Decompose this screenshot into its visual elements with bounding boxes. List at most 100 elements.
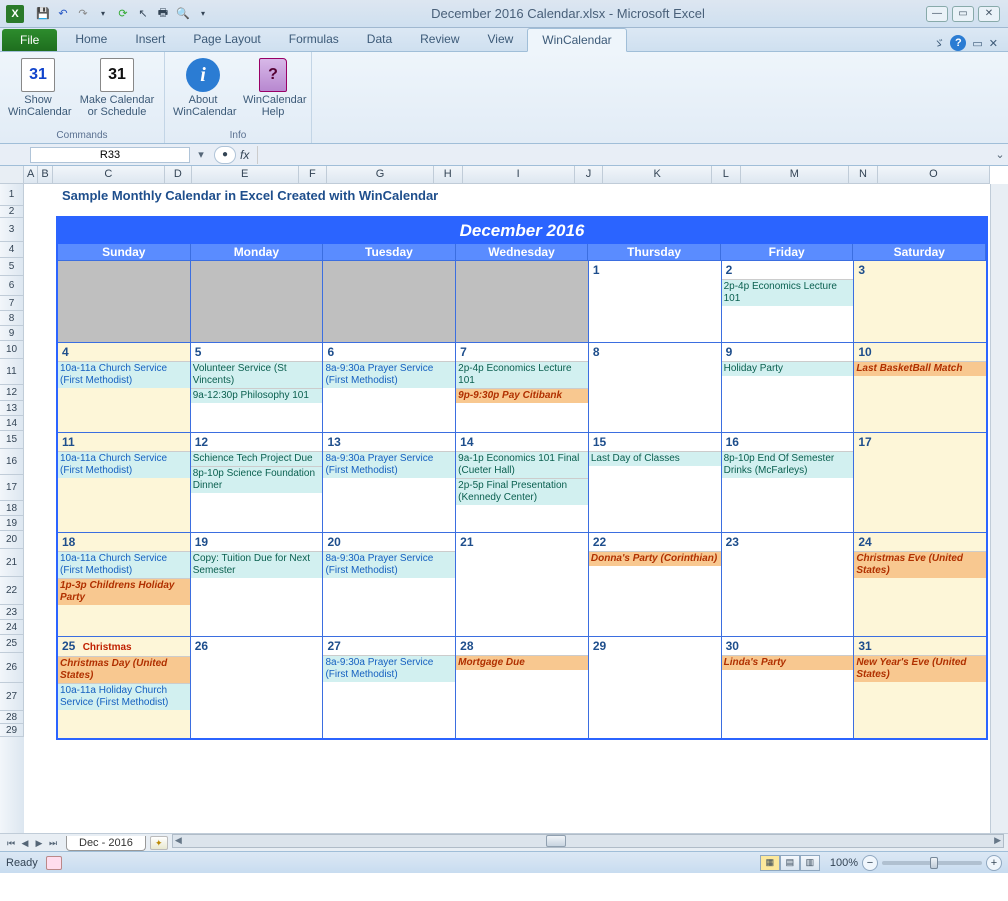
calendar-day[interactable]: 3 — [854, 261, 986, 342]
zoom-out-button[interactable]: − — [862, 855, 878, 871]
column-header[interactable]: F — [299, 166, 328, 184]
calendar-event[interactable]: Donna's Party (Corinthian) — [589, 551, 721, 566]
select-all-corner[interactable] — [0, 166, 24, 184]
calendar-day[interactable]: 12Schience Tech Project Due8p-10p Scienc… — [191, 433, 324, 532]
horizontal-scrollbar[interactable]: ◀ ▶ — [172, 834, 1004, 848]
qat-dropdown-icon[interactable]: ▾ — [94, 5, 112, 23]
column-header[interactable]: C — [53, 166, 165, 184]
calendar-event[interactable]: Linda's Party — [722, 655, 854, 670]
calendar-event[interactable]: Holiday Party — [722, 361, 854, 376]
calendar-day[interactable]: 9Holiday Party — [722, 343, 855, 432]
row-header[interactable]: 23 — [0, 605, 24, 620]
calendar-day[interactable]: 149a-1p Economics 101 Final (Cueter Hall… — [456, 433, 589, 532]
calendar-day[interactable]: 23 — [722, 533, 855, 636]
ribbon-tab-review[interactable]: Review — [406, 28, 473, 51]
new-sheet-button[interactable]: ✦ — [150, 836, 168, 850]
column-header[interactable]: K — [603, 166, 712, 184]
column-header[interactable]: L — [712, 166, 741, 184]
row-header[interactable]: 22 — [0, 577, 24, 605]
row-header[interactable]: 25 — [0, 635, 24, 653]
save-icon[interactable]: 💾 — [34, 5, 52, 23]
column-header[interactable]: E — [192, 166, 299, 184]
macro-record-icon[interactable] — [46, 856, 62, 870]
calendar-event[interactable]: 9p-9:30p Pay Citibank — [456, 388, 588, 403]
calendar-day[interactable]: 22p-4p Economics Lecture 101 — [722, 261, 855, 342]
calendar-event[interactable]: 8a-9:30a Prayer Service (First Methodist… — [323, 451, 455, 478]
calendar-day[interactable]: 29 — [589, 637, 722, 738]
zoom-in-button[interactable]: + — [986, 855, 1002, 871]
maximize-button[interactable]: ▭ — [952, 6, 974, 22]
row-header[interactable]: 11 — [0, 359, 24, 385]
about-wincalendar-button[interactable]: i About WinCalendar — [173, 56, 233, 118]
ribbon-tab-insert[interactable]: Insert — [121, 28, 179, 51]
row-header[interactable]: 13 — [0, 401, 24, 416]
calendar-day[interactable]: 208a-9:30a Prayer Service (First Methodi… — [323, 533, 456, 636]
calendar-day[interactable]: 278a-9:30a Prayer Service (First Methodi… — [323, 637, 456, 738]
row-header[interactable]: 17 — [0, 475, 24, 501]
ribbon-tab-wincalendar[interactable]: WinCalendar — [527, 28, 626, 52]
fx-cancel-icon[interactable]: ● — [214, 146, 236, 164]
calendar-day[interactable]: 22Donna's Party (Corinthian) — [589, 533, 722, 636]
calendar-day[interactable] — [456, 261, 589, 342]
column-header[interactable]: N — [849, 166, 878, 184]
formula-input[interactable] — [257, 146, 992, 164]
calendar-event[interactable]: 9a-1p Economics 101 Final (Cueter Hall) — [456, 451, 588, 478]
row-header[interactable]: 20 — [0, 531, 24, 549]
calendar-event[interactable]: 10a-11a Church Service (First Methodist) — [58, 551, 190, 578]
calendar-day[interactable]: 31New Year's Eve (United States) — [854, 637, 986, 738]
row-header[interactable]: 15 — [0, 431, 24, 449]
calendar-event[interactable]: Mortgage Due — [456, 655, 588, 670]
calendar-event[interactable]: Last Day of Classes — [589, 451, 721, 466]
calendar-day[interactable]: 410a-11a Church Service (First Methodist… — [58, 343, 191, 432]
calendar-event[interactable]: Last BasketBall Match — [854, 361, 986, 376]
row-header[interactable]: 4 — [0, 242, 24, 258]
row-header[interactable]: 29 — [0, 724, 24, 737]
row-header[interactable]: 14 — [0, 416, 24, 431]
calendar-day[interactable]: 17 — [854, 433, 986, 532]
row-header[interactable]: 24 — [0, 620, 24, 635]
calendar-event[interactable]: 8a-9:30a Prayer Service (First Methodist… — [323, 655, 455, 682]
normal-view-button[interactable]: ▦ — [760, 855, 780, 871]
calendar-event[interactable]: 9a-12:30p Philosophy 101 — [191, 388, 323, 403]
redo-icon[interactable]: ↷ — [74, 5, 92, 23]
calendar-event[interactable]: 8a-9:30a Prayer Service (First Methodist… — [323, 551, 455, 578]
calendar-event[interactable]: 10a-11a Holiday Church Service (First Me… — [58, 683, 190, 710]
calendar-event[interactable]: 1p-3p Childrens Holiday Party — [58, 578, 190, 605]
zoom-level[interactable]: 100% — [830, 857, 858, 869]
calendar-day[interactable]: 21 — [456, 533, 589, 636]
calendar-day[interactable]: 1810a-11a Church Service (First Methodis… — [58, 533, 191, 636]
excel-icon[interactable]: X — [6, 5, 24, 23]
minimize-button[interactable]: — — [926, 6, 948, 22]
row-header[interactable]: 9 — [0, 326, 24, 341]
calendar-event[interactable]: 10a-11a Church Service (First Methodist) — [58, 451, 190, 478]
row-header[interactable]: 16 — [0, 449, 24, 475]
ribbon-tab-page-layout[interactable]: Page Layout — [179, 28, 274, 51]
calendar-event[interactable]: 8p-10p Science Foundation Dinner — [191, 466, 323, 493]
ribbon-restore-icon[interactable]: ▭ — [972, 37, 982, 50]
calendar-day[interactable]: 168p-10p End Of Semester Drinks (McFarle… — [722, 433, 855, 532]
page-layout-view-button[interactable]: ▤ — [780, 855, 800, 871]
undo-icon[interactable]: ↶ — [54, 5, 72, 23]
calendar-day[interactable]: 30Linda's Party — [722, 637, 855, 738]
row-header[interactable]: 12 — [0, 385, 24, 401]
calendar-event[interactable]: Christmas Day (United States) — [58, 656, 190, 683]
calendar-day[interactable]: 5Volunteer Service (St Vincents)9a-12:30… — [191, 343, 324, 432]
cursor-icon[interactable]: ↖ — [134, 5, 152, 23]
tab-nav-first-icon[interactable]: ⏮ — [4, 836, 18, 850]
namebox-dropdown-icon[interactable]: ▾ — [194, 148, 208, 161]
name-box[interactable]: R33 — [30, 147, 190, 163]
column-header[interactable]: B — [38, 166, 52, 184]
refresh-icon[interactable]: ⟳ — [114, 5, 132, 23]
page-break-view-button[interactable]: ▥ — [800, 855, 820, 871]
ribbon-tab-home[interactable]: Home — [61, 28, 121, 51]
calendar-day[interactable]: 25 ChristmasChristmas Day (United States… — [58, 637, 191, 738]
calendar-day[interactable]: 19Copy: Tuition Due for Next Semester — [191, 533, 324, 636]
column-header[interactable]: D — [165, 166, 192, 184]
row-header[interactable]: 28 — [0, 711, 24, 724]
calendar-event[interactable]: 2p-4p Economics Lecture 101 — [722, 279, 854, 306]
calendar-event[interactable]: New Year's Eve (United States) — [854, 655, 986, 682]
calendar-day[interactable]: 72p-4p Economics Lecture 1019p-9:30p Pay… — [456, 343, 589, 432]
calendar-day[interactable]: 24Christmas Eve (United States) — [854, 533, 986, 636]
calendar-day[interactable] — [58, 261, 191, 342]
calendar-day[interactable]: 1110a-11a Church Service (First Methodis… — [58, 433, 191, 532]
